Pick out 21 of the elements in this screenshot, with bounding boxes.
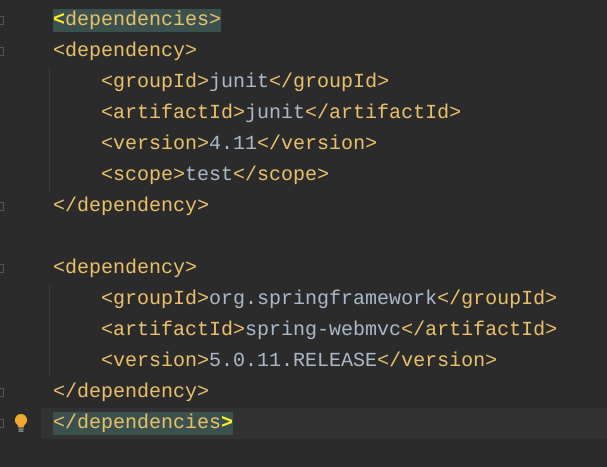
code-line: <dependencies> <box>53 8 222 32</box>
fold-marker-icon[interactable] <box>0 264 4 273</box>
code-line: </dependencies> <box>53 412 234 436</box>
fold-marker-icon[interactable] <box>0 388 4 397</box>
code-line: <artifactId>spring-webmvc</artifactId> <box>101 318 558 342</box>
code-line: <dependency> <box>53 256 198 280</box>
code-line: <artifactId>junit</artifactId> <box>101 102 462 126</box>
code-line: <dependency> <box>53 40 198 64</box>
code-line: </dependency> <box>53 194 210 218</box>
code-line: <version>5.0.11.RELEASE</version> <box>101 350 498 374</box>
fold-marker-icon[interactable] <box>0 16 4 25</box>
lightbulb-icon[interactable] <box>14 413 28 433</box>
fold-marker-icon[interactable] <box>0 419 4 428</box>
code-line: <scope>test</scope> <box>101 164 330 188</box>
code-line: <version>4.11</version> <box>101 132 378 156</box>
code-line: </dependency> <box>53 380 210 404</box>
fold-marker-icon[interactable] <box>0 202 4 211</box>
fold-marker-icon[interactable] <box>0 47 4 56</box>
code-line: <groupId>org.springframework</groupId> <box>101 288 558 312</box>
code-line: <groupId>junit</groupId> <box>101 70 390 94</box>
code-editor[interactable] <box>0 0 607 467</box>
